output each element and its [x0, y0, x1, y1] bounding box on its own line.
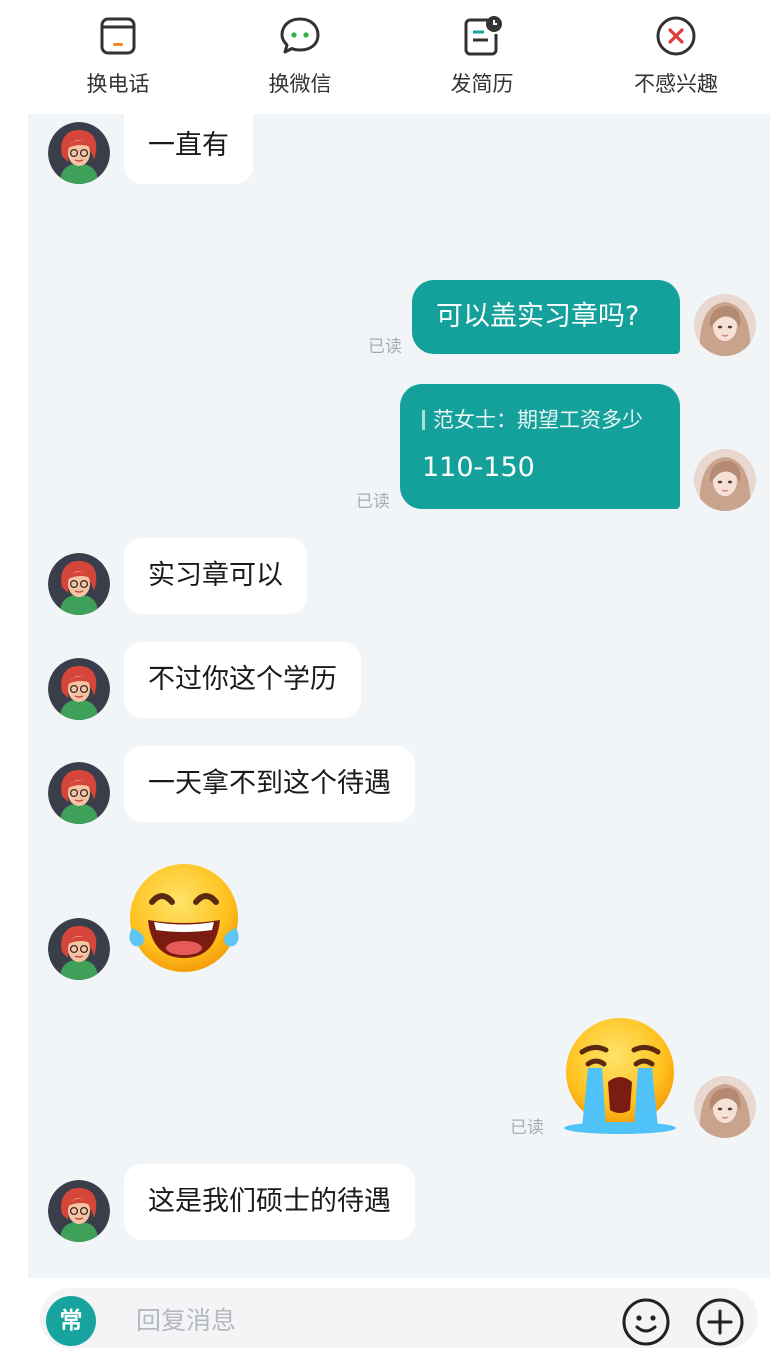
- close-circle-icon: [656, 16, 696, 56]
- phone-swap-icon: [100, 17, 136, 55]
- message-bubble-in[interactable]: 这是我们硕士的待遇: [124, 1164, 415, 1240]
- not-interested-button[interactable]: 不感兴趣: [606, 12, 746, 104]
- recruiter-avatar[interactable]: [48, 1180, 110, 1242]
- recruiter-avatar-image: [48, 122, 110, 184]
- read-receipt: 已读: [368, 337, 402, 357]
- message-bubble-in[interactable]: 一天拿不到这个待遇: [124, 746, 415, 822]
- plus-icon[interactable]: [694, 1296, 746, 1348]
- read-receipt: 已读: [356, 492, 390, 512]
- swap-phone-button[interactable]: 换电话: [48, 12, 188, 104]
- message-bubble-in[interactable]: 一直有: [124, 108, 253, 184]
- user-avatar-image: [694, 294, 756, 356]
- chat-screen: 换电话 换微信 发简历 不感兴趣 一直有 已读 可以盖实习章吗? 已读 范女士：…: [28, 0, 770, 1351]
- recruiter-avatar-image: [48, 553, 110, 615]
- recruiter-avatar[interactable]: [48, 658, 110, 720]
- user-avatar-image: [694, 449, 756, 511]
- send-resume-label: 发简历: [450, 72, 514, 96]
- quoted-message-bubble[interactable]: 范女士：期望工资多少 110-150: [400, 384, 680, 509]
- message-text: 110-150: [422, 452, 535, 483]
- message-bubble-in[interactable]: 不过你这个学历: [124, 642, 361, 718]
- recruiter-avatar-image: [48, 1180, 110, 1242]
- swap-phone-label: 换电话: [86, 72, 150, 96]
- not-interested-label: 不感兴趣: [634, 72, 718, 96]
- user-avatar[interactable]: [694, 294, 756, 356]
- crying-emoji[interactable]: [560, 1016, 680, 1134]
- recruiter-avatar-image: [48, 762, 110, 824]
- common-phrases-button[interactable]: 常: [46, 1296, 96, 1346]
- swap-wechat-label: 换微信: [268, 72, 332, 96]
- message-bubble-out[interactable]: 可以盖实习章吗?: [412, 280, 680, 354]
- recruiter-avatar[interactable]: [48, 122, 110, 184]
- user-avatar[interactable]: [694, 449, 756, 511]
- swap-wechat-button[interactable]: 换微信: [230, 12, 370, 104]
- recruiter-avatar-image: [48, 658, 110, 720]
- reply-input[interactable]: [134, 1300, 438, 1342]
- emoji-icon[interactable]: [620, 1296, 672, 1348]
- recruiter-avatar[interactable]: [48, 762, 110, 824]
- wechat-icon: [280, 17, 320, 54]
- send-resume-button[interactable]: 发简历: [412, 12, 552, 104]
- laughing-tears-emoji[interactable]: [124, 862, 244, 978]
- recruiter-avatar[interactable]: [48, 918, 110, 980]
- input-bar: 常: [28, 1278, 770, 1351]
- message-bubble-in[interactable]: 实习章可以: [124, 538, 307, 614]
- read-receipt: 已读: [510, 1118, 544, 1138]
- recruiter-avatar-image: [48, 918, 110, 980]
- user-avatar[interactable]: [694, 1076, 756, 1138]
- quote-content: 范女士：期望工资多少: [433, 408, 643, 432]
- recruiter-avatar[interactable]: [48, 553, 110, 615]
- quoted-text: 范女士：期望工资多少: [422, 404, 643, 434]
- user-avatar-image: [694, 1076, 756, 1138]
- quote-bar: [422, 410, 425, 430]
- resume-icon: [464, 16, 502, 56]
- action-bar: 换电话 换微信 发简历 不感兴趣: [28, 0, 770, 114]
